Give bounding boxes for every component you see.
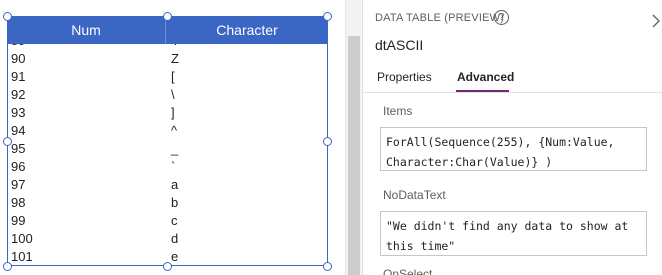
table-row[interactable]: 99 c	[7, 212, 328, 230]
cell-character: ]	[171, 105, 175, 120]
resize-handle-top-right[interactable]	[323, 12, 332, 21]
control-type-label: DATA TABLE (PREVIEW)	[375, 12, 505, 24]
data-table-dtascii[interactable]: Num Character 89Y90Z91[92\93]94^95_96`97…	[7, 16, 328, 266]
cell-num: 101	[11, 249, 33, 264]
tabs-divider	[363, 92, 662, 93]
cell-num: 94	[11, 123, 26, 138]
cell-character: Z	[171, 51, 179, 66]
table-row[interactable]: 92 \	[7, 86, 328, 104]
table-row[interactable]: 94 ^	[7, 122, 328, 140]
resize-handle-bottom-center[interactable]	[163, 262, 172, 271]
table-row[interactable]: 91 [	[7, 68, 328, 86]
table-rows: 89Y90Z91[92\93]94^95_96`97a98b99c100d101…	[7, 44, 328, 266]
resize-handle-middle-right[interactable]	[323, 137, 332, 146]
resize-handle-bottom-right[interactable]	[323, 262, 332, 271]
table-body[interactable]: 89Y90Z91[92\93]94^95_96`97a98b99c100d101…	[7, 44, 328, 266]
cell-character: \	[171, 87, 175, 102]
cell-character: d	[171, 231, 179, 246]
resize-handle-middle-left[interactable]	[3, 137, 12, 146]
resize-handle-bottom-left[interactable]	[3, 262, 12, 271]
cell-num: 93	[11, 105, 26, 120]
panel-tabs: Properties Advanced	[363, 66, 662, 93]
cell-num: 92	[11, 87, 26, 102]
next-property-label: OnSelect	[383, 268, 433, 275]
resize-handle-top-left[interactable]	[3, 12, 12, 21]
table-row[interactable]: 96 `	[7, 158, 328, 176]
cell-num: 96	[11, 159, 26, 174]
cell-character: c	[171, 213, 178, 228]
column-header-character[interactable]: Character	[166, 16, 328, 44]
properties-panel: DATA TABLE (PREVIEW) ? dtASCII Propertie…	[362, 0, 662, 275]
cell-character: _	[171, 141, 179, 156]
tab-properties[interactable]: Properties	[377, 70, 432, 84]
column-header-num[interactable]: Num	[7, 16, 166, 44]
cell-character: [	[171, 69, 175, 84]
cell-character: `	[171, 159, 176, 174]
cell-num: 90	[11, 51, 26, 66]
cell-num: 91	[11, 69, 26, 84]
canvas-scrollbar[interactable]	[345, 0, 362, 275]
table-row[interactable]: 98 b	[7, 194, 328, 212]
cell-num: 95	[11, 141, 26, 156]
cell-num: 100	[11, 231, 33, 246]
chevron-right-icon[interactable]	[651, 13, 661, 29]
table-row[interactable]: 93]	[7, 104, 328, 122]
cell-character: b	[171, 195, 179, 210]
cell-num: 98	[11, 195, 26, 210]
app-root: Num Character 89Y90Z91[92\93]94^95_96`97…	[0, 0, 662, 275]
table-row[interactable]: 90 Z	[7, 50, 328, 68]
table-row[interactable]: 97 a	[7, 176, 328, 194]
canvas-scrollbar-thumb[interactable]	[348, 36, 360, 275]
nodatatext-label: NoDataText	[383, 188, 446, 202]
cell-character: a	[171, 177, 179, 192]
cell-num: 97	[11, 177, 26, 192]
nodatatext-formula-input[interactable]: "We didn't find any data to show at this…	[380, 211, 647, 256]
control-name[interactable]: dtASCII	[375, 37, 423, 53]
cell-num: 99	[11, 213, 26, 228]
question-circle-icon[interactable]: ?	[494, 10, 509, 25]
resize-handle-top-center[interactable]	[163, 12, 172, 21]
table-row[interactable]: 95 _	[7, 140, 328, 158]
tab-advanced[interactable]: Advanced	[457, 70, 514, 84]
cell-character: e	[171, 249, 179, 264]
table-row[interactable]: 100 d	[7, 230, 328, 248]
cell-character: ^	[171, 123, 178, 138]
design-canvas[interactable]: Num Character 89Y90Z91[92\93]94^95_96`97…	[0, 0, 345, 275]
items-label: Items	[383, 104, 413, 118]
items-formula-input[interactable]: ForAll(Sequence(255), {Num:Value, Charac…	[380, 127, 647, 171]
